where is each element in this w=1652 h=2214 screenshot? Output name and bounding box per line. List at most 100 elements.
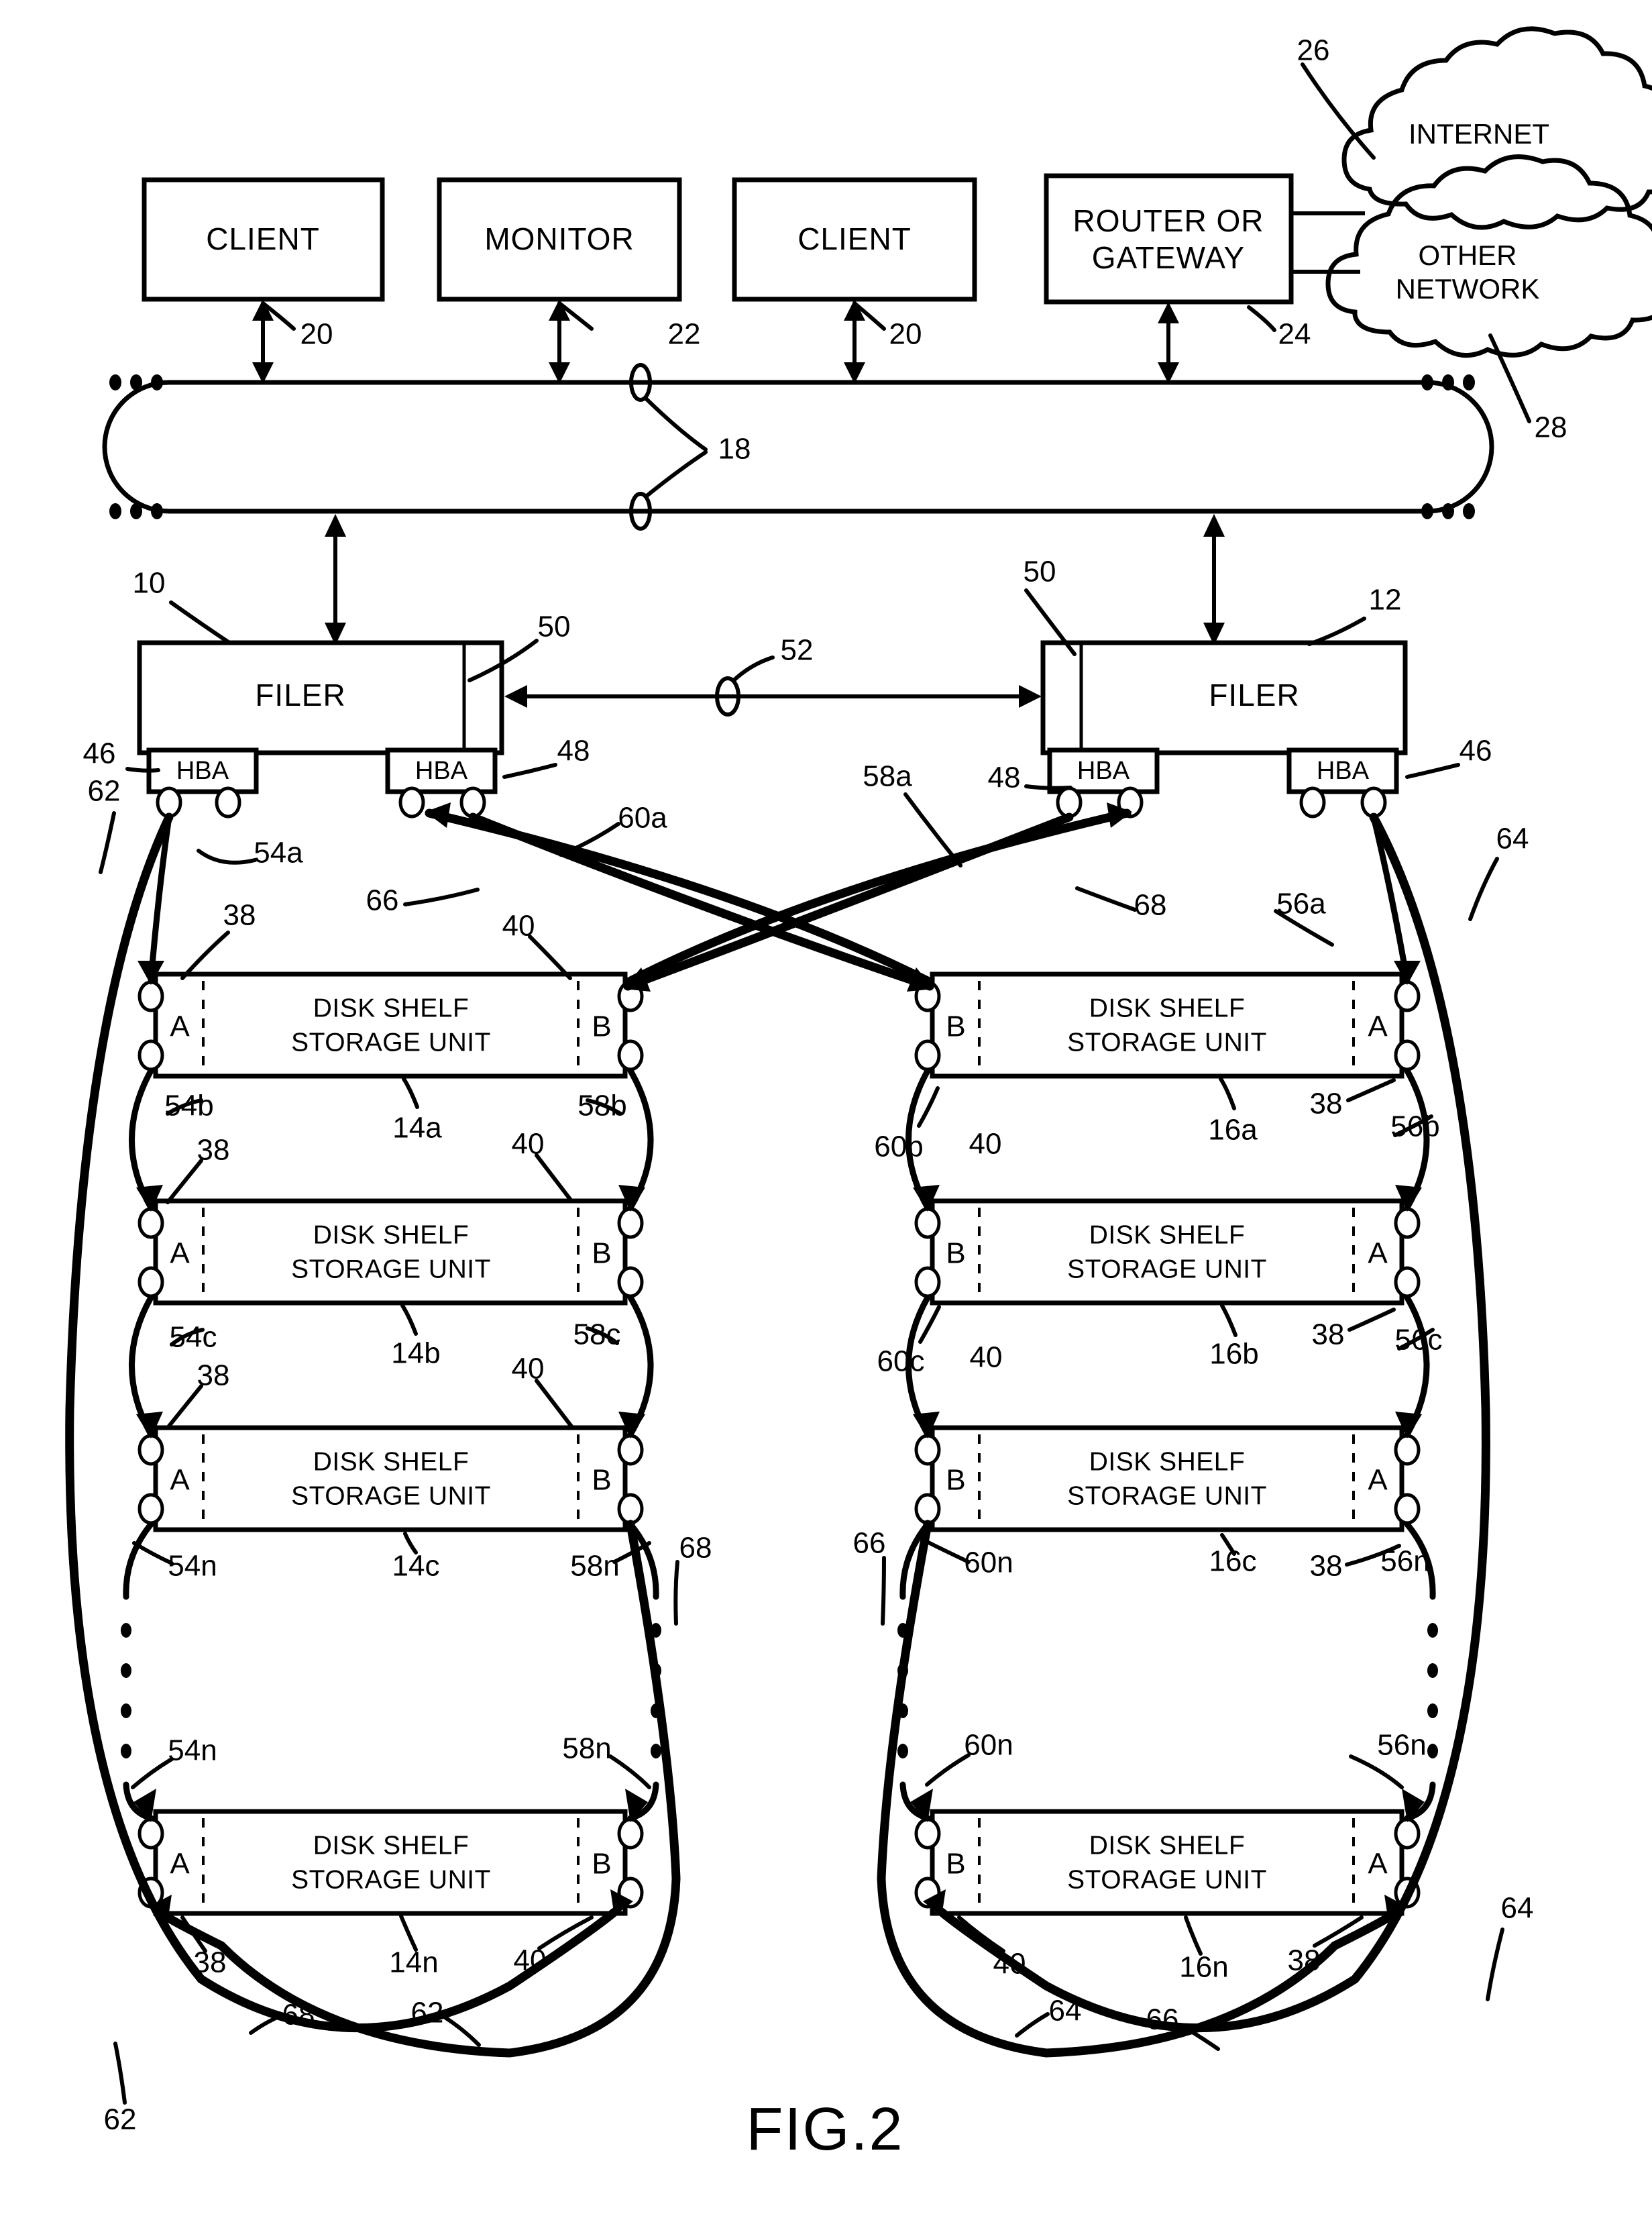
shelf-left-3-line2: STORAGE UNIT [291, 1481, 491, 1510]
bus-connection-arrows [252, 299, 1179, 384]
reference-numeral-54b: 54b [164, 1090, 213, 1122]
reference-numeral-68: 68 [1134, 889, 1167, 922]
port-filer-left-hba-left-p2 [215, 786, 241, 819]
reference-numeral-62: 62 [104, 2103, 137, 2136]
reference-numeral-40: 40 [514, 1944, 547, 1977]
reference-numeral-56b: 56b [1390, 1110, 1439, 1143]
reference-numeral-58n: 58n [570, 1550, 619, 1583]
reference-numeral-50: 50 [538, 611, 571, 643]
left-stack-a-cables [121, 814, 172, 1822]
reference-numeral-64: 64 [1501, 1892, 1534, 1925]
port-filer-right-hba-right-p1 [1299, 786, 1326, 819]
shelf-right-1-loop-b: B [946, 1010, 965, 1043]
reference-numeral-56n: 56n [1380, 1545, 1429, 1578]
reference-numeral-62: 62 [411, 1997, 444, 2030]
reference-numeral-68: 68 [282, 1999, 315, 2032]
internet-cloud-label: INTERNET [1409, 118, 1549, 150]
port-filer-left-hba-left-p1 [156, 786, 182, 819]
shelf-left-2-line2: STORAGE UNIT [291, 1255, 491, 1283]
reference-numeral-14c: 14c [392, 1550, 440, 1583]
other-network-label-line1: OTHER [1419, 240, 1517, 271]
reference-numeral-56n: 56n [1377, 1729, 1426, 1762]
filer-left-hba-right-label: HBA [415, 757, 468, 785]
reference-numeral-48: 48 [557, 735, 590, 768]
reference-numeral-16a: 16a [1208, 1114, 1258, 1147]
reference-numeral-54a: 54a [254, 837, 303, 869]
client-box-1: CLIENT [142, 177, 385, 302]
reference-numeral-28: 28 [1535, 411, 1567, 444]
shelf-right-2-loop-b: B [946, 1237, 965, 1270]
reference-numeral-58b: 58b [577, 1090, 626, 1122]
reference-numeral-38: 38 [1312, 1318, 1345, 1351]
patent-figure-sheet: CLIENT MONITOR CLIENT ROUTER OR GATEWAY … [0, 0, 1652, 2214]
reference-numeral-38: 38 [194, 1946, 227, 1979]
port-filer-left-hba-right-p2 [459, 786, 486, 819]
shelf-left-1-loop-b: B [592, 1010, 611, 1043]
reference-numeral-56a: 56a [1276, 888, 1326, 920]
reference-numeral-24: 24 [1278, 318, 1311, 351]
reference-numeral-46: 46 [83, 737, 116, 770]
bus-to-filer-arrows [325, 514, 1225, 645]
shelf-left-1-loop-a: A [170, 1010, 190, 1043]
shelf-right-1-line2: STORAGE UNIT [1067, 1028, 1267, 1057]
shelf-right-3-loop-b: B [946, 1464, 965, 1497]
reference-numeral-66: 66 [366, 884, 399, 917]
reference-numeral-14a: 14a [392, 1112, 442, 1145]
shelf-left-2-loop-b: B [592, 1237, 611, 1270]
shelf-right-n-line2: STORAGE UNIT [1067, 1865, 1267, 1894]
reference-numeral-56c: 56c [1395, 1324, 1443, 1357]
shelf-right-n: B A DISK SHELF STORAGE UNIT [914, 1809, 1421, 1916]
shelf-left-3-loop-b: B [592, 1464, 611, 1497]
reference-numeral-54c: 54c [170, 1321, 217, 1354]
shelf-right-3-line1: DISK SHELF [1089, 1447, 1246, 1476]
shelf-right-3-loop-a: A [1368, 1464, 1388, 1497]
leader-lines [99, 62, 1531, 2105]
client-box-1-label: CLIENT [206, 221, 320, 256]
reference-numeral-22: 22 [668, 318, 701, 351]
reference-numeral-40: 40 [512, 1353, 545, 1385]
outer-loop-66 [877, 1520, 1407, 2058]
internet-cloud: INTERNET [1341, 26, 1652, 230]
reference-numeral-60b: 60b [874, 1130, 923, 1163]
shelf-left-1: A B DISK SHELF STORAGE UNIT [137, 971, 644, 1079]
filer-left: FILER HBA HBA [137, 640, 504, 819]
shelf-left-n-line1: DISK SHELF [313, 1831, 470, 1860]
reference-numeral-14b: 14b [391, 1337, 440, 1370]
shelf-right-2-line1: DISK SHELF [1089, 1220, 1246, 1249]
shelf-left-3: A B DISK SHELF STORAGE UNIT [137, 1425, 644, 1532]
reference-numeral-40: 40 [970, 1341, 1003, 1374]
reference-numeral-66: 66 [853, 1527, 886, 1560]
shelf-right-n-loop-b: B [946, 1848, 965, 1881]
other-network-cloud: OTHER NETWORK [1325, 154, 1652, 358]
reference-numeral-40: 40 [969, 1128, 1002, 1161]
shelf-left-n-line2: STORAGE UNIT [291, 1865, 491, 1894]
reference-numeral-38: 38 [1310, 1088, 1343, 1120]
filer-interconnect-link [504, 655, 1042, 717]
port-filer-right-hba-right-p2 [1360, 786, 1387, 819]
shelf-left-3-line1: DISK SHELF [313, 1447, 470, 1476]
filer-right-label: FILER [1209, 678, 1299, 713]
shelf-left-2-line1: DISK SHELF [313, 1220, 470, 1249]
reference-numeral-40: 40 [512, 1128, 545, 1161]
figure-caption: FIG.2 [746, 2096, 903, 2163]
shelf-left-2-loop-a: A [170, 1237, 190, 1270]
port-filer-left-hba-right-p1 [398, 786, 425, 819]
reference-numeral-60n: 60n [964, 1546, 1013, 1579]
reference-numeral-16b: 16b [1209, 1338, 1258, 1371]
shelf-right-1-loop-a: A [1368, 1010, 1388, 1043]
reference-numeral-62: 62 [88, 775, 121, 808]
client-box-2: CLIENT [732, 177, 977, 302]
cross-cables-upper [425, 802, 1132, 992]
reference-numeral-38: 38 [223, 899, 256, 932]
router-gateway-label-line1: ROUTER OR [1073, 203, 1264, 238]
reference-numeral-66: 66 [1146, 2003, 1179, 2036]
shelf-left-3-loop-a: A [170, 1464, 190, 1497]
reference-numeral-48: 48 [988, 761, 1021, 794]
monitor-box-label: MONITOR [484, 221, 634, 256]
reference-numeral-40: 40 [502, 910, 535, 943]
reference-numeral-38: 38 [1310, 1550, 1343, 1583]
shelf-right-1-line1: DISK SHELF [1089, 994, 1246, 1022]
client-box-2-label: CLIENT [797, 221, 912, 256]
reference-numeral-20: 20 [300, 318, 333, 351]
port-filer-right-hba-left-p1 [1056, 786, 1083, 819]
